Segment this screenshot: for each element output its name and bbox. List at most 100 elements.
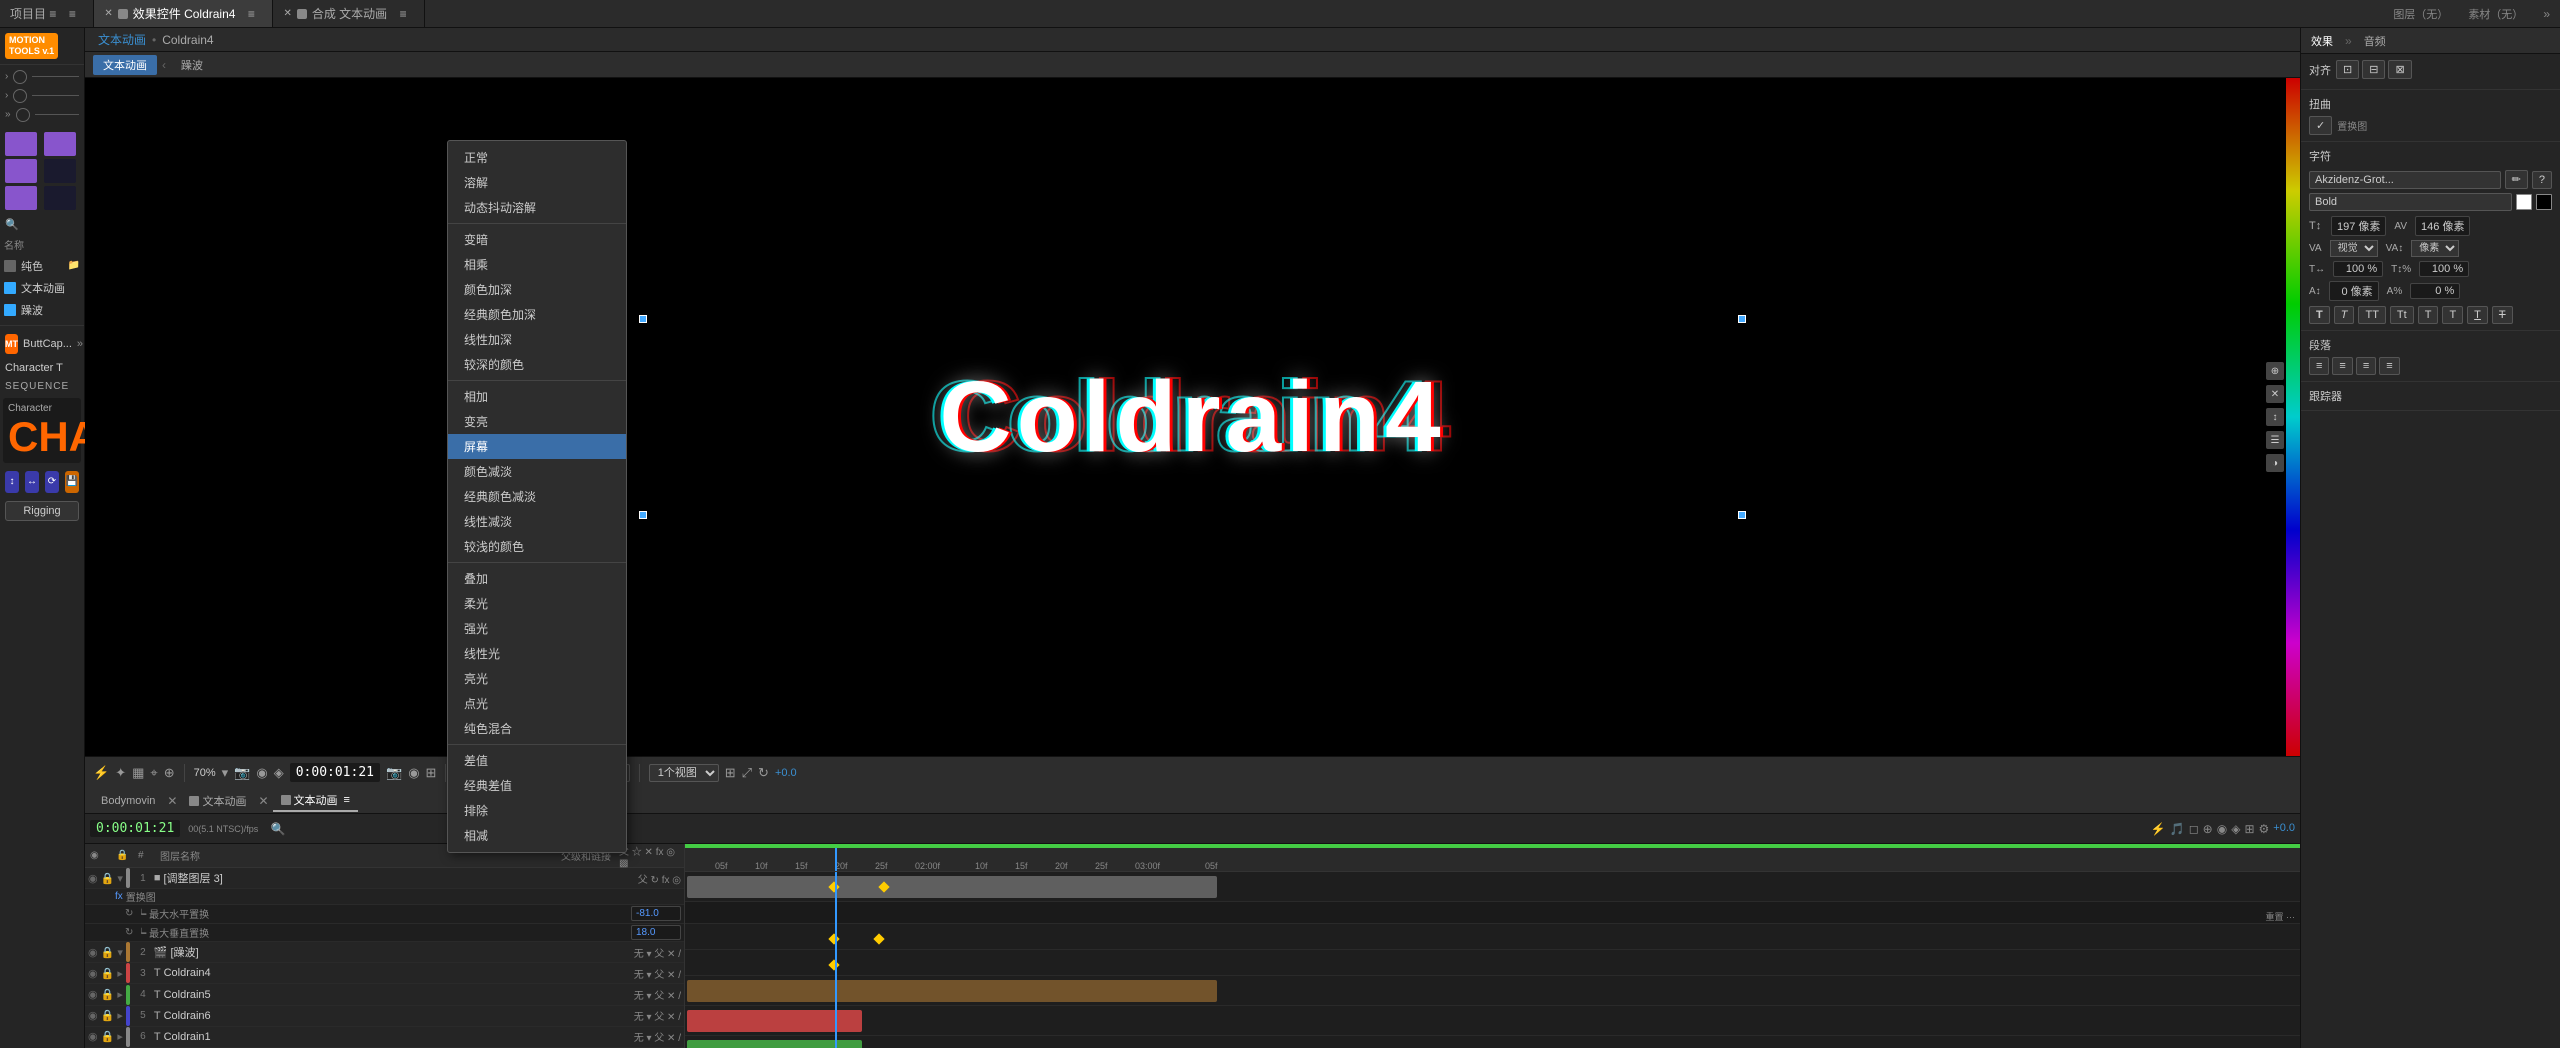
proj-item-textanim[interactable]: 文本动画 [0, 277, 84, 299]
color-box-black[interactable] [2536, 194, 2552, 210]
tl-icon-mute[interactable]: 🎵 [2170, 822, 2185, 836]
baseline-value[interactable]: 0 像素 [2329, 281, 2379, 301]
font-edit-btn[interactable]: ✏ [2505, 170, 2528, 189]
blend-darker-color[interactable]: 较深的颜色 [448, 352, 626, 377]
tl-tab-textanim1[interactable]: 文本动画 [181, 791, 254, 811]
blend-lighter-color[interactable]: 较浅的颜色 [448, 534, 626, 559]
rp-tab-effect[interactable]: 效果 [2305, 31, 2339, 51]
font-weight-display[interactable]: Bold [2309, 193, 2512, 211]
color-box-white[interactable] [2516, 194, 2532, 210]
expand-2[interactable]: ▾ [117, 946, 123, 959]
zoom-expand-icon[interactable]: ▾ [222, 765, 229, 781]
plugin-expand-icon[interactable]: » [77, 338, 83, 350]
para-justify-btn[interactable]: ≡ [2379, 357, 2399, 375]
blend-classic-color-dodge[interactable]: 经典颜色减淡 [448, 484, 626, 509]
tool-icon-1[interactable]: ⚡ [93, 765, 109, 781]
para-left-btn[interactable]: ≡ [2309, 357, 2329, 375]
ctrl-arrow-2[interactable]: › [5, 90, 8, 101]
sub-btn[interactable]: T [2442, 306, 2463, 324]
tool-icon-4[interactable]: ⌖ [150, 765, 157, 781]
tl-icon-solo[interactable]: ⚡ [2151, 822, 2166, 836]
blend-linear-burn[interactable]: 线性加深 [448, 327, 626, 352]
prev-icon-5[interactable]: ◑ [2266, 454, 2284, 472]
clip-3[interactable] [687, 1010, 862, 1032]
tl-tab-bodymovin[interactable]: Bodymovin [93, 793, 163, 809]
marker-icon[interactable]: ◈ [274, 765, 284, 781]
breadcrumb-item-2[interactable]: Coldrain4 [162, 33, 213, 47]
tab-composite-menu[interactable]: ≡ [392, 3, 414, 25]
blend-linear-light[interactable]: 线性光 [448, 641, 626, 666]
thumb-1[interactable] [5, 132, 37, 156]
clip-4[interactable] [687, 1040, 862, 1048]
ctrl-arrow-1[interactable]: › [5, 71, 8, 82]
blend-add[interactable]: 相加 [448, 384, 626, 409]
tl-icon-settings[interactable]: ⚙ [2259, 822, 2270, 836]
font-size-value[interactable]: 197 像素 [2331, 216, 2386, 236]
blend-darken[interactable]: 变暗 [448, 227, 626, 252]
blend-classic-color-burn[interactable]: 经典颜色加深 [448, 302, 626, 327]
ctrl-dot-2[interactable] [13, 89, 27, 103]
search-input[interactable] [22, 218, 77, 230]
tool-icon-5[interactable]: ⊕ [164, 765, 175, 781]
blend-overlay[interactable]: 叠加 [448, 566, 626, 591]
allcaps-btn[interactable]: TT [2358, 306, 2385, 324]
rp-tab-audio[interactable]: 音频 [2358, 31, 2392, 51]
handle-tl[interactable] [639, 315, 647, 323]
tl-search-icon[interactable]: 🔍 [267, 818, 289, 840]
super-btn[interactable]: T [2418, 306, 2439, 324]
align-right-btn[interactable]: ⊠ [2388, 60, 2411, 79]
blend-subtract[interactable]: 相减 [448, 823, 626, 848]
italic-btn[interactable]: T [2334, 306, 2355, 324]
toggle-icon[interactable]: ◉ [256, 765, 267, 781]
views-select[interactable]: 1个视图 [649, 764, 719, 782]
tl-tab-textanim2[interactable]: 文本动画 ≡ [273, 790, 358, 812]
handle-tr[interactable] [1738, 315, 1746, 323]
blend-soft-light[interactable]: 柔光 [448, 591, 626, 616]
tab-effect[interactable]: ✕ 效果控件 Coldrain4 ≡ [94, 0, 273, 27]
lock-6[interactable]: 🔒 [101, 1030, 115, 1043]
vis-2[interactable]: ◉ [88, 946, 98, 959]
kf-p2a[interactable] [828, 959, 839, 970]
kf-p1a[interactable] [828, 933, 839, 944]
lock-5[interactable]: 🔒 [101, 1009, 115, 1022]
3d-icon[interactable]: ⊞ [426, 765, 437, 781]
para-right-btn[interactable]: ≡ [2356, 357, 2376, 375]
vis-3[interactable]: ◉ [88, 967, 98, 980]
char-btn-3[interactable]: ⟳ [45, 471, 59, 493]
expand-icon-2[interactable]: ⤢ [742, 765, 752, 781]
lock-3[interactable]: 🔒 [101, 967, 115, 980]
underline-btn[interactable]: T [2467, 306, 2488, 324]
refresh-icon[interactable]: ↻ [758, 765, 769, 781]
leading-select[interactable]: 像素 [2411, 240, 2459, 257]
channel-icon[interactable]: ◉ [408, 765, 419, 781]
blend-screen[interactable]: 屏幕 [448, 434, 626, 459]
ctrl-dot-1[interactable] [13, 70, 27, 84]
blend-linear-dodge[interactable]: 线性减淡 [448, 509, 626, 534]
thumb-2[interactable] [44, 132, 76, 156]
camera-icon[interactable]: 📷 [234, 765, 250, 781]
char-btn-2[interactable]: ↔ [25, 471, 39, 493]
blend-dissolve[interactable]: 溶解 [448, 170, 626, 195]
vis-1[interactable]: ◉ [88, 872, 98, 885]
kf-p1b[interactable] [873, 933, 884, 944]
blend-dynamic-dissolve[interactable]: 动态抖动溶解 [448, 195, 626, 220]
font-help-btn[interactable]: ? [2532, 171, 2552, 189]
char-btn-save[interactable]: 💾 [65, 471, 79, 493]
blend-lighten[interactable]: 变亮 [448, 409, 626, 434]
blend-difference[interactable]: 差值 [448, 748, 626, 773]
smallcaps-btn[interactable]: Tt [2390, 306, 2414, 324]
subtab-textanim[interactable]: 文本动画 [93, 55, 157, 75]
handle-br[interactable] [1738, 511, 1746, 519]
ctrl-arrow-3[interactable]: » [5, 109, 11, 120]
snapshot-icon[interactable]: 📷 [386, 765, 402, 781]
scale-h-value[interactable]: 100 % [2333, 261, 2383, 277]
blend-color-burn[interactable]: 颜色加深 [448, 277, 626, 302]
tab-project-menu[interactable]: ≡ [61, 3, 83, 25]
blend-hard-mix[interactable]: 纯色混合 [448, 716, 626, 741]
vis-5[interactable]: ◉ [88, 1009, 98, 1022]
thumb-4[interactable] [44, 159, 76, 183]
char-btn-1[interactable]: ↕ [5, 471, 19, 493]
subtab-noise[interactable]: 躁波 [171, 55, 213, 75]
kern-value[interactable]: 146 像素 [2415, 216, 2470, 236]
blend-multiply[interactable]: 相乘 [448, 252, 626, 277]
